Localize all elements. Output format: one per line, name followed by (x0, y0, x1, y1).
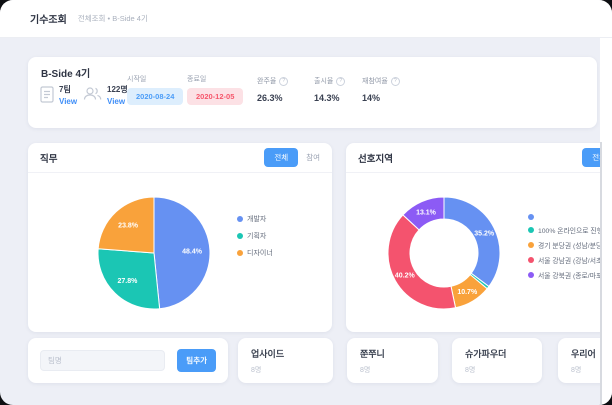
app-window: 기수조회 전체조회 • B-Side 4기 B-Side 4기 7팀 View (0, 0, 612, 405)
help-icon[interactable]: ? (279, 77, 288, 86)
region-donut-chart[interactable]: 35.2% 10.7% 40.2% 13.1% (382, 191, 506, 315)
help-icon[interactable]: ? (336, 77, 345, 86)
team-search-card: 팀추가 (28, 338, 228, 383)
job-pie-chart[interactable]: 48.4% 27.8% 23.8% (92, 191, 216, 315)
stat-label: 재참여율 (362, 76, 388, 86)
job-card-header: 직무 전체 참여 (28, 143, 332, 173)
team-name: 업사이드 (251, 347, 333, 360)
members-summary: 122명 View (83, 84, 128, 106)
vertical-scrollbar[interactable] (600, 38, 612, 405)
chart-slice-0[interactable] (444, 197, 500, 286)
legend-dot-icon (528, 257, 534, 263)
legend-item[interactable]: 디자이너 (237, 248, 273, 258)
slice-percent-label: 48.4% (182, 249, 203, 256)
region-card-title: 선호지역 (358, 151, 393, 165)
legend-dot-icon (237, 233, 243, 239)
stat-launch-rate: 출시율? 14.3% (314, 76, 345, 103)
team-name-input[interactable] (40, 350, 165, 371)
stat-value: 14% (362, 93, 400, 103)
legend-label: 개발자 (247, 214, 266, 224)
job-card-title: 직무 (40, 151, 57, 165)
legend-dot-icon (237, 250, 243, 256)
slice-percent-label: 27.8% (117, 278, 138, 285)
page-header: 기수조회 전체조회 • B-Side 4기 (0, 0, 612, 38)
legend-dot-icon (528, 242, 534, 248)
job-chart-card: 직무 전체 참여 48.4% 27.8% 23.8% 개발자기획자디자이너 (28, 143, 332, 332)
document-icon (40, 86, 54, 108)
legend-item[interactable]: 경기 분당권 (성남/분당/ (528, 240, 604, 250)
region-chart-legend: 100% 온라인으로 진행경기 분당권 (성남/분당/서울 강남권 (강남/서초… (528, 214, 604, 280)
stat-value: 26.3% (257, 93, 288, 103)
legend-label: 서울 강북권 (종로/마포/ (538, 270, 604, 280)
breadcrumb[interactable]: 전체조회 • B-Side 4기 (78, 13, 148, 24)
stat-completion-rate: 완주율? 26.3% (257, 76, 288, 103)
stat-label: 출시율 (314, 76, 333, 86)
legend-label: 경기 분당권 (성남/분당/ (538, 240, 604, 250)
teams-view-link[interactable]: View (59, 97, 77, 106)
page-title: 기수조회 (30, 11, 67, 26)
end-date-pill: 2020-12-05 (187, 88, 243, 105)
team-member-count: 8명 (360, 365, 438, 375)
start-date-label: 시작일 (127, 74, 146, 84)
slice-percent-label: 40.2% (395, 273, 416, 280)
team-name: 슈가파우더 (465, 347, 542, 360)
legend-label: 디자이너 (247, 248, 273, 258)
legend-item[interactable]: 서울 강남권 (강남/서초/ (528, 255, 604, 265)
legend-item[interactable]: 100% 온라인으로 진행 (528, 225, 604, 235)
legend-dot-icon (528, 214, 534, 220)
stat-label: 완주율 (257, 76, 276, 86)
legend-dot-icon (528, 272, 534, 278)
end-date-label: 종료일 (187, 74, 206, 84)
end-date-group: 종료일 2020-12-05 (187, 74, 243, 105)
job-chart-body: 48.4% 27.8% 23.8% 개발자기획자디자이너 (28, 173, 332, 331)
team-card[interactable]: 업사이드 8명 (238, 338, 333, 383)
region-chart-body: 35.2% 10.7% 40.2% 13.1% 100% 온라인으로 진행경기 분당권… (346, 173, 612, 331)
job-filter-all-button[interactable]: 전체 (264, 148, 298, 167)
legend-item[interactable]: 개발자 (237, 214, 273, 224)
team-member-count: 8명 (465, 365, 542, 375)
region-card-header: 선호지역 전체 (346, 143, 612, 173)
team-count: 7팀 (59, 84, 77, 95)
people-icon (83, 86, 102, 106)
slice-percent-label: 10.7% (457, 289, 478, 296)
members-view-link[interactable]: View (107, 97, 128, 106)
team-name: 쭌쭈니 (360, 347, 438, 360)
legend-dot-icon (528, 227, 534, 233)
slice-percent-label: 35.2% (474, 230, 495, 237)
chart-slice-서울 강남권 (강남/서초/[interactable] (388, 215, 456, 309)
slice-percent-label: 23.8% (118, 223, 139, 230)
job-filter-participate-button[interactable]: 참여 (306, 152, 320, 163)
slice-percent-label: 13.1% (416, 209, 437, 216)
team-member-count: 8명 (251, 365, 333, 375)
start-date-group: 시작일 2020-08-24 (127, 74, 183, 105)
legend-item[interactable]: 기획자 (237, 231, 273, 241)
legend-label: 100% 온라인으로 진행 (538, 225, 603, 235)
legend-label: 기획자 (247, 231, 266, 241)
help-icon[interactable]: ? (391, 77, 400, 86)
legend-item[interactable] (528, 214, 604, 220)
add-team-button[interactable]: 팀추가 (177, 349, 216, 372)
start-date-pill: 2020-08-24 (127, 88, 183, 105)
legend-label: 서울 강남권 (강남/서초/ (538, 255, 604, 265)
legend-item[interactable]: 서울 강북권 (종로/마포/ (528, 270, 604, 280)
stat-value: 14.3% (314, 93, 345, 103)
scrollbar-thumb[interactable] (600, 142, 602, 405)
cohort-title: B-Side 4기 (41, 65, 90, 80)
team-card[interactable]: 슈가파우더 8명 (452, 338, 542, 383)
legend-dot-icon (237, 216, 243, 222)
member-count: 122명 (107, 84, 128, 95)
job-chart-legend: 개발자기획자디자이너 (237, 214, 273, 258)
team-card[interactable]: 쭌쭈니 8명 (347, 338, 438, 383)
region-chart-card: 선호지역 전체 35.2% 10.7% 40.2% 13.1% 100% 온라인으로 … (346, 143, 612, 332)
teams-summary: 7팀 View (40, 84, 77, 108)
cohort-summary-card: B-Side 4기 7팀 View 122명 (28, 57, 597, 128)
stat-rejoin-rate: 재참여율? 14% (362, 76, 400, 103)
